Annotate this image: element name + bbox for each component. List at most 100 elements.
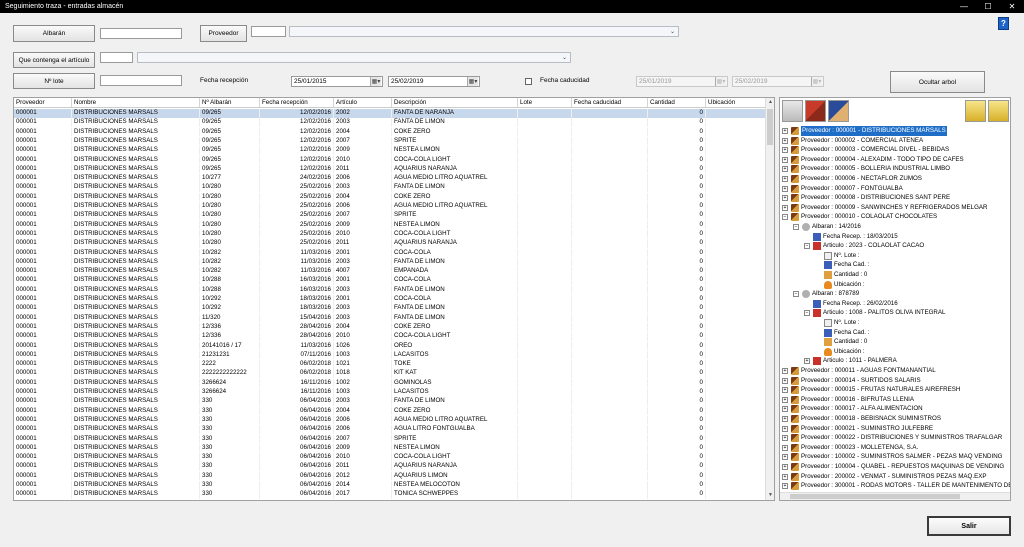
table-row[interactable]: 000001 DISTRIBUCIONES MARSALS 10/280 25/02/…	[14, 239, 766, 248]
articulo-button[interactable]: Que contenga el artículo	[13, 52, 95, 68]
proveedor-combo[interactable]: ⌄	[289, 26, 679, 37]
collapse-icon[interactable]: −	[793, 224, 799, 230]
expand-icon[interactable]: +	[782, 156, 788, 163]
expand-icon[interactable]: +	[782, 166, 788, 173]
table-row[interactable]: 000001 DISTRIBUCIONES MARSALS 10/282 11/03/…	[14, 257, 766, 267]
trace-tree[interactable]: + Proveedor : 000001 - DISTRIBUCIONES MAR…	[779, 97, 1011, 501]
forklift-icon[interactable]	[805, 100, 826, 122]
expand-icon[interactable]: +	[782, 377, 788, 384]
expand-icon[interactable]: +	[782, 483, 788, 490]
table-row[interactable]: 000001 DISTRIBUCIONES MARSALS 10/282 11/03/…	[14, 248, 766, 257]
scroll-thumb[interactable]	[767, 109, 773, 145]
column-header[interactable]: Proveedor	[14, 98, 72, 108]
table-row[interactable]: 000001 DISTRIBUCIONES MARSALS 10/292 18/03/…	[14, 295, 766, 304]
fecha-caducidad-desde[interactable]: 25/01/2019 ▦▾	[636, 76, 728, 87]
albaran-input[interactable]	[100, 28, 182, 39]
fecha-recepcion-desde[interactable]: 25/01/2015 ▦▾	[291, 76, 383, 87]
table-row[interactable]: 000001 DISTRIBUCIONES MARSALS 10/280 25/02/…	[14, 192, 766, 202]
collapse-icon[interactable]: −	[804, 310, 810, 317]
table-row[interactable]: 000001 DISTRIBUCIONES MARSALS 21231231 07/1…	[14, 350, 766, 360]
table-row[interactable]: 000001 DISTRIBUCIONES MARSALS 330 06/04/201…	[14, 481, 766, 490]
proveedor-button[interactable]: Proveedor	[200, 25, 247, 42]
table-row[interactable]: 000001 DISTRIBUCIONES MARSALS 10/288 16/03/…	[14, 285, 766, 295]
table-row[interactable]: 000001 DISTRIBUCIONES MARSALS 09/265 12/02/…	[14, 109, 766, 118]
table-row[interactable]: 000001 DISTRIBUCIONES MARSALS 330 06/04/201…	[14, 425, 766, 434]
expand-icon[interactable]: +	[782, 128, 788, 134]
table-row[interactable]: 000001 DISTRIBUCIONES MARSALS 10/280 25/02/…	[14, 220, 766, 230]
collapse-icon[interactable]: −	[782, 214, 788, 221]
expand-icon[interactable]: +	[804, 358, 810, 365]
expand-icon[interactable]: +	[782, 396, 788, 403]
collapse-icon[interactable]: −	[804, 243, 810, 250]
expand-icon[interactable]: +	[782, 425, 788, 432]
expand-icon[interactable]: +	[782, 473, 788, 480]
table-row[interactable]: 000001 DISTRIBUCIONES MARSALS 10/280 25/02/…	[14, 229, 766, 239]
folder-closed-icon[interactable]	[988, 100, 1009, 122]
calendar-icon[interactable]: ▦▾	[370, 77, 381, 86]
table-row[interactable]: 000001 DISTRIBUCIONES MARSALS 330 06/04/201…	[14, 490, 766, 499]
proveedor-code-input[interactable]	[251, 26, 286, 37]
column-header[interactable]: Artículo	[334, 98, 392, 108]
expand-icon[interactable]: +	[782, 185, 788, 192]
table-row[interactable]: 000001 DISTRIBUCIONES MARSALS 3266624 16/11…	[14, 388, 766, 397]
fecha-caducidad-hasta[interactable]: 25/02/2019 ▦▾	[732, 76, 824, 87]
articulo-code-input[interactable]	[100, 52, 133, 63]
expand-icon[interactable]: +	[782, 176, 788, 182]
table-row[interactable]: 000001 DISTRIBUCIONES MARSALS 12/336 28/04/…	[14, 332, 766, 341]
table-row[interactable]: 000001 DISTRIBUCIONES MARSALS 3266624 16/11…	[14, 378, 766, 388]
grid-scrollbar[interactable]: ▲ ▼	[765, 98, 774, 500]
table-row[interactable]: 000001 DISTRIBUCIONES MARSALS 10/280 25/02/…	[14, 211, 766, 220]
table-row[interactable]: 000001 DISTRIBUCIONES MARSALS 09/265 12/02/…	[14, 118, 766, 127]
column-header[interactable]: Nombre	[72, 98, 200, 108]
table-row[interactable]: 000001 DISTRIBUCIONES MARSALS 12/336 28/04/…	[14, 322, 766, 332]
help-icon[interactable]: ?	[998, 17, 1009, 30]
table-row[interactable]: 000001 DISTRIBUCIONES MARSALS 330 06/04/201…	[14, 406, 766, 416]
fecha-recepcion-hasta[interactable]: 25/02/2019 ▦▾	[388, 76, 480, 87]
expand-icon[interactable]: +	[782, 204, 788, 211]
albaran-button[interactable]: Albarán	[13, 25, 95, 42]
calendar-icon[interactable]: ▦▾	[715, 77, 726, 86]
expand-icon[interactable]: +	[782, 147, 788, 154]
table-row[interactable]: 000001 DISTRIBUCIONES MARSALS 11/320 15/04/…	[14, 313, 766, 323]
table-row[interactable]: 000001 DISTRIBUCIONES MARSALS 09/265 12/02/…	[14, 155, 766, 164]
table-row[interactable]: 000001 DISTRIBUCIONES MARSALS 10/292 18/03/…	[14, 304, 766, 313]
expand-icon[interactable]: +	[782, 435, 788, 442]
ocultar-arbol-button[interactable]: Ocultar arbol	[890, 71, 985, 93]
table-row[interactable]: 000001 DISTRIBUCIONES MARSALS 10/288 16/03/…	[14, 276, 766, 285]
column-header[interactable]: Fecha caducidad	[572, 98, 648, 108]
table-row[interactable]: 000001 DISTRIBUCIONES MARSALS 10/277 24/02/…	[14, 174, 766, 183]
expand-icon[interactable]: +	[782, 454, 788, 461]
table-row[interactable]: 000001 DISTRIBUCIONES MARSALS 09/265 12/02/…	[14, 127, 766, 137]
expand-icon[interactable]: +	[782, 387, 788, 394]
table-row[interactable]: 000001 DISTRIBUCIONES MARSALS 330 06/04/201…	[14, 462, 766, 471]
expand-icon[interactable]: +	[782, 195, 788, 202]
salir-button[interactable]: Salir	[927, 516, 1011, 536]
warehouse-icon[interactable]	[782, 100, 803, 122]
table-row[interactable]: 000001 DISTRIBUCIONES MARSALS 20141016 / 1…	[14, 341, 766, 350]
column-header[interactable]: Nº Albarán	[200, 98, 260, 108]
scroll-down-icon[interactable]: ▼	[766, 491, 774, 500]
table-row[interactable]: 000001 DISTRIBUCIONES MARSALS 10/280 25/02/…	[14, 183, 766, 192]
articulo-combo[interactable]: ⌄	[137, 52, 571, 63]
table-row[interactable]: 000001 DISTRIBUCIONES MARSALS 09/265 12/02/…	[14, 146, 766, 155]
column-header[interactable]: Ubicación	[706, 98, 766, 108]
expand-icon[interactable]: +	[782, 137, 788, 144]
column-header[interactable]: Lote	[518, 98, 572, 108]
table-row[interactable]: 000001 DISTRIBUCIONES MARSALS 09/265 12/02/…	[14, 164, 766, 174]
close-button[interactable]: ✕	[1000, 0, 1024, 13]
table-row[interactable]: 000001 DISTRIBUCIONES MARSALS 330 06/04/201…	[14, 453, 766, 462]
table-row[interactable]: 000001 DISTRIBUCIONES MARSALS 09/265 12/02/…	[14, 136, 766, 146]
minimize-button[interactable]: —	[952, 0, 976, 13]
lote-input[interactable]	[100, 75, 182, 86]
table-row[interactable]: 000001 DISTRIBUCIONES MARSALS 222222222222…	[14, 369, 766, 378]
table-row[interactable]: 000001 DISTRIBUCIONES MARSALS 2222 06/02/20…	[14, 360, 766, 369]
fecha-caducidad-checkbox[interactable]	[525, 78, 532, 85]
table-row[interactable]: 000001 DISTRIBUCIONES MARSALS 330 06/04/201…	[14, 434, 766, 443]
calendar-icon[interactable]: ▦▾	[467, 77, 478, 86]
table-row[interactable]: 000001 DISTRIBUCIONES MARSALS 330 06/04/201…	[14, 443, 766, 453]
table-row[interactable]: 000001 DISTRIBUCIONES MARSALS 10/282 11/03/…	[14, 267, 766, 276]
hscroll-thumb[interactable]	[790, 494, 960, 499]
expand-icon[interactable]: +	[782, 406, 788, 413]
expand-icon[interactable]: +	[782, 444, 788, 451]
lote-button[interactable]: Nº lote	[13, 73, 95, 89]
